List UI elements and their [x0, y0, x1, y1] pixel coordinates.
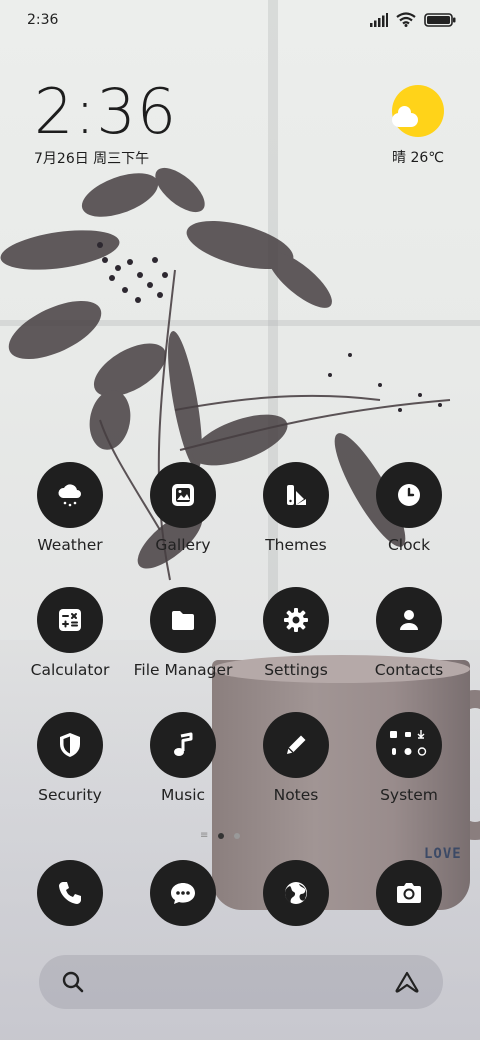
browser-icon	[285, 882, 307, 904]
widget-date: 7月26日 周三下午	[34, 151, 150, 167]
app-label: Music	[160, 786, 206, 804]
app-label: Calculator	[30, 661, 110, 679]
app-gallery[interactable]: Gallery	[127, 462, 239, 554]
gear-icon	[263, 587, 329, 653]
system-folder-icon	[376, 712, 442, 778]
app-themes[interactable]: Themes	[240, 462, 352, 554]
widget-time: 2:36	[34, 75, 178, 148]
dock-messages[interactable]	[150, 860, 216, 926]
mug-logo: LOVE	[424, 846, 462, 862]
themes-icon	[263, 462, 329, 528]
search-icon[interactable]	[61, 970, 85, 994]
app-label: System	[380, 786, 438, 804]
app-contacts[interactable]: Contacts	[353, 587, 465, 679]
status-icons	[370, 12, 456, 27]
app-label: Clock	[387, 536, 431, 554]
weather-icon	[37, 462, 103, 528]
gallery-icon	[150, 462, 216, 528]
clock-widget[interactable]: 2:36 7月26日 周三下午	[34, 78, 177, 168]
app-system-folder[interactable]: System	[353, 712, 465, 804]
shield-icon	[37, 712, 103, 778]
app-weather[interactable]: Weather	[14, 462, 126, 554]
app-label: Contacts	[374, 661, 444, 679]
app-label: Themes	[265, 536, 327, 554]
camera-icon	[397, 883, 421, 903]
sun-cloud-icon	[392, 85, 444, 137]
status-bar: 2:36	[0, 0, 480, 42]
app-label: Settings	[264, 661, 328, 679]
app-music[interactable]: Music	[127, 712, 239, 804]
dock-phone[interactable]	[37, 860, 103, 926]
page-dot	[234, 832, 241, 839]
app-calculator[interactable]: Calculator	[14, 587, 126, 679]
weather-text: 晴 26℃	[392, 150, 444, 166]
pencil-icon	[263, 712, 329, 778]
page-dot-active	[218, 832, 225, 839]
app-label: Weather	[37, 536, 103, 554]
page-indicator[interactable]: ≡	[200, 830, 241, 841]
app-drawer-lines-icon: ≡	[200, 830, 209, 841]
clock-icon	[376, 462, 442, 528]
dock-camera[interactable]	[376, 860, 442, 926]
dock-browser[interactable]	[263, 860, 329, 926]
person-icon	[376, 587, 442, 653]
app-label: Gallery	[155, 536, 211, 554]
phone-icon	[59, 882, 81, 904]
weather-widget[interactable]: 晴 26℃	[380, 82, 456, 167]
search-bar[interactable]	[39, 955, 443, 1009]
app-security[interactable]: Security	[14, 712, 126, 804]
app-clock[interactable]: Clock	[353, 462, 465, 554]
signal-icon	[370, 12, 388, 27]
app-settings[interactable]: Settings	[240, 587, 352, 679]
status-time: 2:36	[27, 12, 59, 28]
wifi-icon	[396, 12, 416, 27]
app-label: File Manager	[133, 661, 233, 679]
folder-icon	[150, 587, 216, 653]
music-note-icon	[150, 712, 216, 778]
app-label: Security	[38, 786, 102, 804]
app-notes[interactable]: Notes	[240, 712, 352, 804]
assistant-icon[interactable]	[393, 970, 421, 994]
battery-icon	[424, 12, 456, 27]
calculator-icon	[37, 587, 103, 653]
app-label: Notes	[273, 786, 319, 804]
message-icon	[171, 883, 195, 904]
app-file-manager[interactable]: File Manager	[127, 587, 239, 679]
